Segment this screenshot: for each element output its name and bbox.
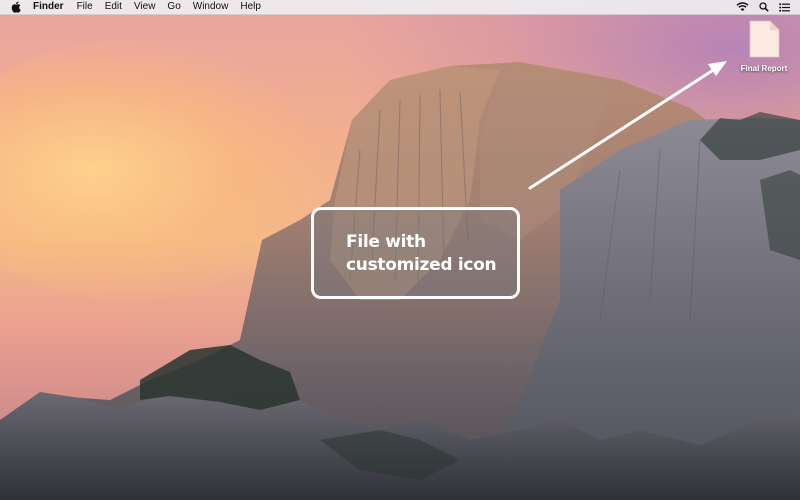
- menu-finder[interactable]: Finder: [33, 0, 64, 14]
- search-icon[interactable]: [759, 2, 769, 12]
- annotation-callout: File with customized icon: [311, 207, 520, 299]
- file-name-label: Final Report: [740, 64, 788, 73]
- apple-logo-icon[interactable]: [11, 1, 23, 13]
- menu-bar: Finder File Edit View Go Window Help: [0, 0, 800, 15]
- menu-go[interactable]: Go: [167, 0, 180, 14]
- callout-line-2: customized icon: [346, 255, 497, 275]
- callout-line-1: File with: [346, 232, 426, 252]
- status-area: [736, 0, 790, 14]
- document-icon: [749, 20, 780, 58]
- menu-edit[interactable]: Edit: [105, 0, 122, 14]
- list-icon[interactable]: [779, 2, 790, 12]
- desktop-file-final-report[interactable]: Final Report: [732, 20, 796, 73]
- menu-file[interactable]: File: [77, 0, 93, 14]
- menu-window[interactable]: Window: [193, 0, 229, 14]
- wifi-icon[interactable]: [736, 2, 749, 12]
- menu-view[interactable]: View: [134, 0, 156, 14]
- menu-help[interactable]: Help: [240, 0, 261, 14]
